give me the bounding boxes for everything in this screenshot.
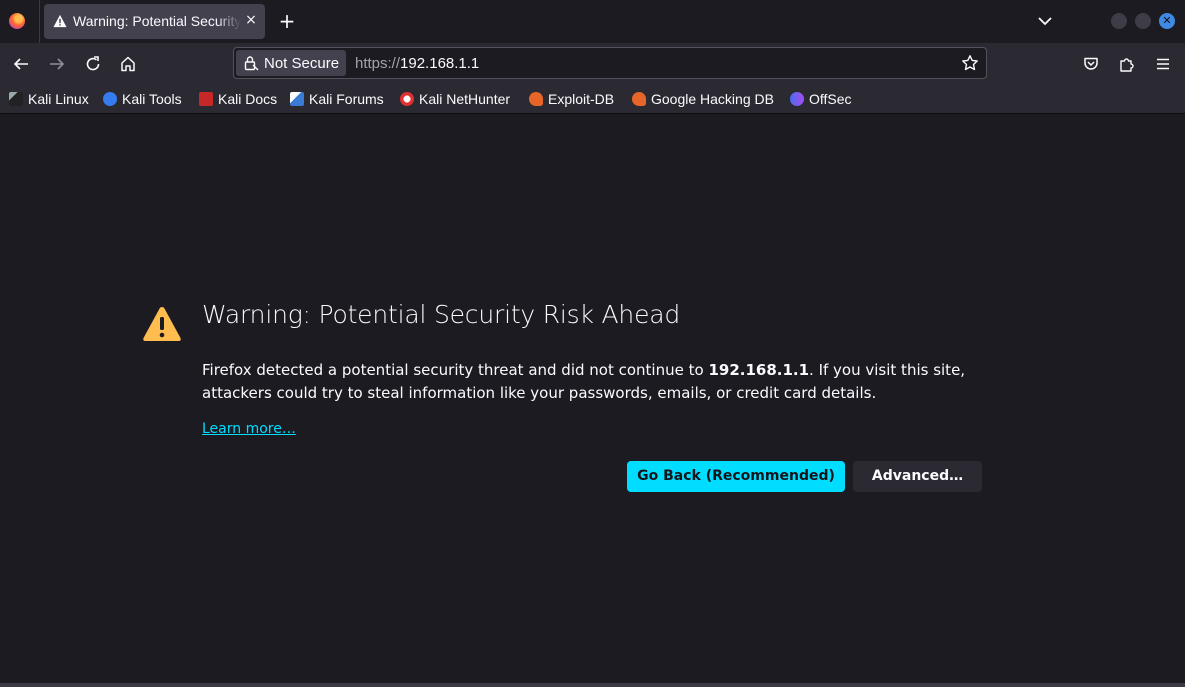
bookmark-label: Google Hacking DB [651,91,774,107]
kali-dragon-icon [9,92,23,106]
hamburger-menu-icon [1157,58,1169,70]
bookmark-kali-docs[interactable]: Kali Docs [199,90,277,108]
kali-forums-icon [290,92,304,106]
window-bottom-border [0,683,1185,687]
home-icon [121,56,135,72]
bookmark-google-hacking-db[interactable]: Google Hacking DB [632,90,774,108]
puzzle-icon [1120,58,1134,72]
close-window-button[interactable]: ✕ [1159,13,1175,29]
tab-active[interactable]: Warning: Potential Security Risk Ahead × [44,4,265,39]
bookmark-star-icon[interactable] [961,54,979,72]
pocket-button[interactable] [1078,51,1104,77]
page-title: Warning: Potential Security Risk Ahead [202,300,681,329]
bookmarks-toolbar: Kali Linux Kali Tools Kali Docs Kali For… [0,84,1185,114]
error-description: Firefox detected a potential security th… [202,359,982,405]
maximize-button[interactable] [1135,13,1151,29]
learn-more-link[interactable]: Learn more… [202,421,296,437]
advanced-button[interactable]: Advanced… [853,461,982,492]
url-bar[interactable]: Not Secure https://192.168.1.1 [233,47,987,79]
bookmark-label: Exploit-DB [548,91,615,107]
bookmark-exploit-db[interactable]: Exploit-DB [529,90,614,108]
kali-tools-icon [103,92,117,106]
bookmark-label: Kali Tools [122,91,182,107]
bookmark-label: OffSec [809,91,852,107]
tab-divider [39,0,40,43]
reload-icon [86,56,100,71]
new-tab-button[interactable]: + [276,10,298,32]
error-page: Warning: Potential Security Risk Ahead F… [0,115,1185,683]
nethunter-icon [400,92,414,106]
chevron-down-icon[interactable] [1035,11,1055,31]
arrow-left-icon [13,58,28,70]
url-scheme: https:// [355,55,401,72]
home-button[interactable] [115,51,141,77]
pocket-icon [1084,57,1098,70]
ghdb-icon [632,92,646,106]
description-text: Firefox detected a potential security th… [202,361,709,379]
arrow-right-icon [50,58,65,70]
tab-strip: Warning: Potential Security Risk Ahead ×… [0,0,1185,43]
kali-docs-icon [199,92,213,106]
site-identity-button[interactable]: Not Secure [236,50,346,76]
bookmark-label: Kali Forums [309,91,384,107]
go-back-button[interactable]: Go Back (Recommended) [627,461,845,492]
bookmark-label: Kali NetHunter [419,91,511,107]
not-secure-label: Not Secure [264,55,340,72]
tab-close-icon[interactable]: × [241,10,261,30]
bookmark-offsec[interactable]: OffSec [790,90,852,108]
bookmark-kali-tools[interactable]: Kali Tools [103,90,182,108]
extensions-button[interactable] [1114,51,1140,77]
url-text[interactable]: https://192.168.1.1 [355,55,479,72]
description-host: 192.168.1.1 [708,361,810,379]
minimize-button[interactable] [1111,13,1127,29]
menu-button[interactable] [1150,51,1176,77]
broken-lock-icon [244,56,259,71]
url-host: 192.168.1.1 [400,55,480,72]
back-button[interactable] [8,51,34,77]
forward-button[interactable] [44,51,70,77]
exploit-db-icon [529,92,543,106]
bookmark-kali-linux[interactable]: Kali Linux [9,90,89,108]
warning-icon [53,14,67,28]
bookmark-kali-nethunter[interactable]: Kali NetHunter [400,90,510,108]
firefox-logo-icon[interactable] [9,13,25,29]
reload-button[interactable] [80,51,106,77]
bookmark-kali-forums[interactable]: Kali Forums [290,90,384,108]
bookmark-label: Kali Linux [28,91,89,107]
nav-toolbar: Not Secure https://192.168.1.1 [0,43,1185,84]
offsec-icon [790,92,804,106]
bookmark-label: Kali Docs [218,91,278,107]
tab-title: Warning: Potential Security Risk Ahead [73,13,241,29]
warning-icon [143,307,181,341]
